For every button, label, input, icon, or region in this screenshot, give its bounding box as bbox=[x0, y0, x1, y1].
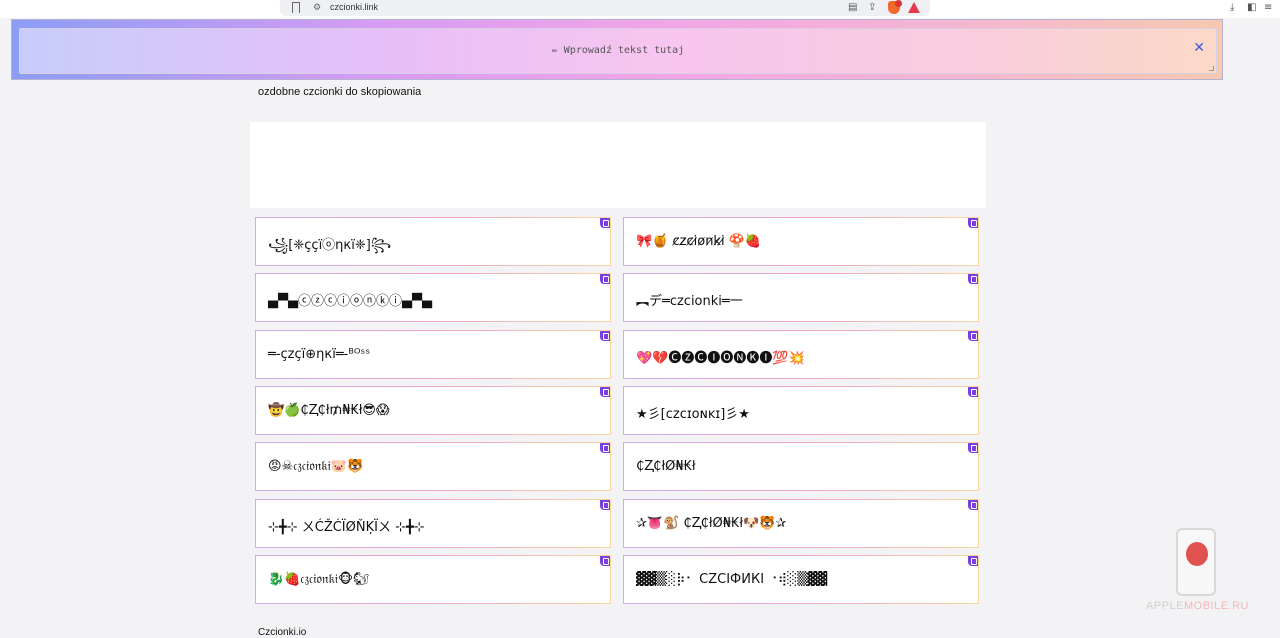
watermark-phone-icon bbox=[1176, 528, 1216, 596]
copy-icon[interactable] bbox=[600, 443, 610, 454]
copy-icon[interactable] bbox=[600, 330, 610, 341]
copy-icon[interactable] bbox=[600, 499, 610, 510]
font-card-text: 🐉🍓𝔠𝔷𝔠𝔦𝔬𝔫𝔨𝔦🐵🐿 bbox=[268, 571, 370, 587]
input-placeholder: ✏ Wprowadź tekst tutaj bbox=[551, 45, 685, 56]
font-card-text: 💖💔🅒🅩🅒🅘🅞🅝🅚🅘💯💥 bbox=[636, 350, 805, 366]
watermark-text: APPLEMOBILE.RU bbox=[1146, 600, 1249, 612]
copy-icon[interactable] bbox=[600, 218, 610, 228]
font-card-text: ▓▓▒░⡷⠂ CZCIФИКI ⠐⢾░▒▓▓ bbox=[636, 571, 828, 587]
menu-icon[interactable]: ≡ bbox=[1264, 2, 1272, 13]
font-card[interactable]: ═-çzçï⊕ηкï═-ᴮᴼˢˢ bbox=[255, 329, 611, 379]
font-card[interactable]: 😡☠𝔠𝔷𝔠𝔦𝔬𝔫𝔨𝔦🐷🐯 bbox=[255, 442, 611, 492]
copy-icon[interactable] bbox=[600, 386, 610, 397]
font-card[interactable]: ⊹╋⊹ ㄨĆŽĆÏØŇĶÏㄨ ⊹╋⊹ bbox=[255, 498, 611, 548]
font-card[interactable]: ︻デ═czcionki═一 bbox=[623, 273, 979, 323]
download-icon[interactable]: ⤓ bbox=[1230, 2, 1234, 13]
font-card-text: 😡☠𝔠𝔷𝔠𝔦𝔬𝔫𝔨𝔦🐷🐯 bbox=[268, 459, 364, 475]
copy-icon[interactable] bbox=[968, 555, 978, 566]
share-icon[interactable]: ⇪ bbox=[868, 2, 876, 13]
browser-toolbar: ⚙ czcionki.link ▤ ⇪ ⤓ ◧ ≡ bbox=[0, 0, 1280, 18]
font-card[interactable]: ✰👅🐒 ₵Ⱬ₵łØ₦₭ł🐶🐯✰ bbox=[623, 498, 979, 548]
font-card[interactable]: ★彡[ᴄᴢᴄɪᴏɴᴋɪ]彡★ bbox=[623, 385, 979, 435]
site-settings-icon[interactable]: ⚙ bbox=[313, 3, 321, 13]
section-label: Czcionki.io bbox=[258, 627, 307, 638]
text-input-banner: ✏ Wprowadź tekst tutaj ✕ bbox=[11, 19, 1223, 80]
page-heading: ozdobne czcionki do skopiowania bbox=[258, 86, 422, 98]
resize-handle[interactable] bbox=[1209, 66, 1214, 71]
font-card-text: ꧁[❈ççïⓞηкï❈]꧂ bbox=[268, 238, 392, 253]
apple-icon bbox=[1186, 542, 1208, 566]
ad-placeholder bbox=[250, 122, 986, 208]
reader-icon[interactable]: ▤ bbox=[848, 2, 857, 13]
font-card-text: ★彡[ᴄᴢᴄɪᴏɴᴋɪ]彡★ bbox=[636, 406, 750, 422]
copy-icon[interactable] bbox=[968, 330, 978, 341]
font-card-text: ₵Ⱬ₵łØ₦₭ł bbox=[636, 459, 696, 475]
font-card[interactable]: 🤠🍏₵Ⱬ₵ł₥₦₭ł😎😱 bbox=[255, 385, 611, 435]
watermark-brand-a: APPLE bbox=[1146, 600, 1184, 612]
font-card-text: ⊹╋⊹ ㄨĆŽĆÏØŇĶÏㄨ ⊹╋⊹ bbox=[268, 519, 425, 535]
font-card-text: 🤠🍏₵Ⱬ₵ł₥₦₭ł😎😱 bbox=[268, 402, 390, 418]
copy-icon[interactable] bbox=[968, 218, 978, 228]
font-card-text: ︻デ═czcionki═一 bbox=[636, 294, 743, 310]
text-input[interactable]: ✏ Wprowadź tekst tutaj ✕ bbox=[19, 28, 1217, 74]
font-card[interactable]: ▓▓▒░⡷⠂ CZCIФИКI ⠐⢾░▒▓▓ bbox=[623, 554, 979, 604]
watermark-brand-b: MOBILE.RU bbox=[1183, 600, 1249, 612]
font-card-text: 🎀🍯 c̷z̷c̷i̷o̷n̷k̷i̷ 🍄🍓 bbox=[636, 234, 762, 249]
font-card[interactable]: 💖💔🅒🅩🅒🅘🅞🅝🅚🅘💯💥 bbox=[623, 329, 979, 379]
brave-rewards-icon[interactable] bbox=[908, 2, 920, 13]
copy-icon[interactable] bbox=[600, 274, 610, 285]
font-card[interactable]: ꧁[❈ççïⓞηкï❈]꧂ bbox=[255, 217, 611, 266]
copy-icon[interactable] bbox=[968, 499, 978, 510]
copy-icon[interactable] bbox=[968, 274, 978, 285]
font-card[interactable]: ₵Ⱬ₵łØ₦₭ł bbox=[623, 442, 979, 492]
font-card[interactable]: 🐉🍓𝔠𝔷𝔠𝔦𝔬𝔫𝔨𝔦🐵🐿 bbox=[255, 554, 611, 604]
sidebar-icon[interactable]: ◧ bbox=[1247, 2, 1256, 13]
font-card[interactable]: 🎀🍯 c̷z̷c̷i̷o̷n̷k̷i̷ 🍄🍓 bbox=[623, 217, 979, 266]
font-card-text: ✰👅🐒 ₵Ⱬ₵łØ₦₭ł🐶🐯✰ bbox=[636, 515, 787, 531]
close-icon[interactable]: ✕ bbox=[1193, 40, 1205, 56]
font-card-text: ═-çzçï⊕ηкï═-ᴮᴼˢˢ bbox=[268, 346, 371, 362]
copy-icon[interactable] bbox=[600, 555, 610, 566]
copy-icon[interactable] bbox=[968, 386, 978, 397]
font-card-text: ▄▀▄ⓒⓩⓒⓘⓞⓝⓚⓘ▄▀▄ bbox=[268, 294, 432, 310]
font-card[interactable]: ▄▀▄ⓒⓩⓒⓘⓞⓝⓚⓘ▄▀▄ bbox=[255, 273, 611, 323]
copy-icon[interactable] bbox=[968, 443, 978, 454]
notification-badge bbox=[895, 0, 902, 7]
bookmark-icon[interactable] bbox=[292, 2, 300, 13]
url-text[interactable]: czcionki.link bbox=[330, 2, 378, 12]
